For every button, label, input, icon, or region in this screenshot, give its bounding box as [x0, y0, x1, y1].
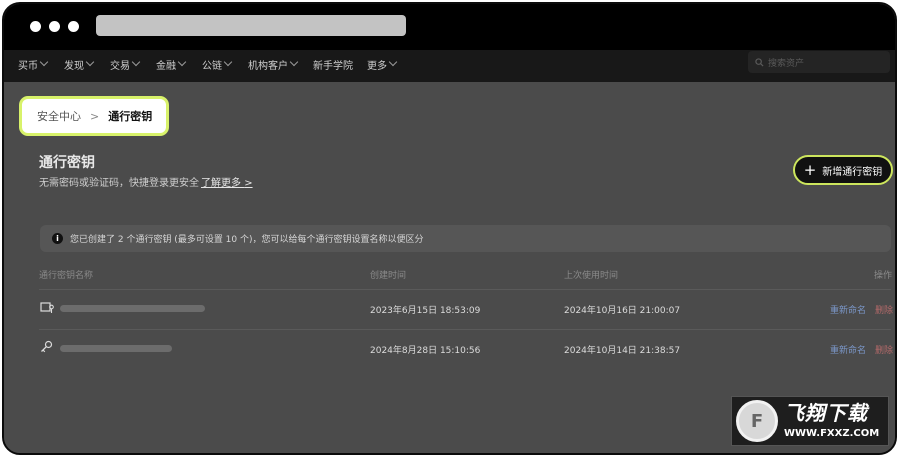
- column-header-name: 通行密钥名称: [39, 271, 94, 281]
- window-dot-icon[interactable]: [68, 21, 79, 32]
- nav-item-label: 公链: [202, 60, 222, 72]
- search-input[interactable]: 搜索资产: [748, 51, 890, 73]
- nav-item-label: 发现: [64, 60, 84, 72]
- window-dot-icon[interactable]: [30, 21, 41, 32]
- nav-item-trade[interactable]: 交易: [110, 48, 141, 80]
- nav-item-more[interactable]: 更多: [367, 48, 398, 80]
- nav-item-label: 金融: [156, 60, 176, 72]
- breadcrumb-separator-icon: >: [90, 109, 100, 123]
- nav-item-buy-crypto[interactable]: 买币: [18, 48, 49, 80]
- row-divider: [39, 289, 891, 290]
- chevron-down-icon: [131, 57, 141, 67]
- breadcrumb: 安全中心 > 通行密钥: [19, 96, 169, 136]
- nav-item-label: 交易: [110, 60, 130, 72]
- delete-button[interactable]: 删除: [875, 343, 893, 356]
- nav-item-label: 新手学院: [313, 60, 353, 72]
- add-passkey-label: 新增通行密钥: [822, 166, 883, 178]
- watermark-logo: F 飞翔下载 WWW.FXXZ.COM: [731, 396, 889, 446]
- nav-item-academy[interactable]: 新手学院: [313, 48, 353, 80]
- title-bar: [4, 4, 895, 50]
- breadcrumb-parent-link[interactable]: 安全中心: [37, 108, 81, 124]
- page-title: 通行密钥: [39, 155, 95, 171]
- watermark-text: 飞翔下载: [784, 400, 868, 425]
- watermark-url: WWW.FXXZ.COM: [784, 427, 880, 439]
- learn-more-label: 了解更多: [201, 178, 241, 189]
- rename-button[interactable]: 重新命名: [830, 343, 866, 356]
- nav-item-label: 机构客户: [248, 60, 288, 72]
- add-passkey-button[interactable]: + 新增通行密钥: [793, 155, 893, 185]
- nav-item-label: 买币: [18, 60, 38, 72]
- page-subtitle: 无需密码或验证码，快捷登录更安全: [39, 178, 199, 189]
- chevron-down-icon: [85, 57, 95, 67]
- rename-button[interactable]: 重新命名: [830, 303, 866, 316]
- chevron-down-icon: [289, 57, 299, 67]
- nav-item-finance[interactable]: 金融: [156, 48, 187, 80]
- nav-item-discover[interactable]: 发现: [64, 48, 95, 80]
- laptop-key-icon: [40, 302, 54, 313]
- chevron-down-icon: [223, 57, 233, 67]
- nav-item-label: 更多: [367, 60, 387, 72]
- column-header-created: 创建时间: [370, 271, 407, 281]
- notice-text: 您已创建了 2 个通行密钥 (最多可设置 10 个)，您可以给每个通行密钥设置名…: [70, 235, 424, 245]
- search-icon: [755, 57, 764, 67]
- delete-button[interactable]: 删除: [875, 303, 893, 316]
- search-placeholder: 搜索资产: [768, 58, 805, 69]
- nav-item-institutional[interactable]: 机构客户: [248, 48, 299, 80]
- column-header-actions: 操作: [874, 271, 893, 281]
- watermark-emblem-icon: F: [736, 400, 778, 442]
- last-used-time: 2024年10月14日 21:38:57: [564, 346, 681, 356]
- chevron-down-icon: [177, 57, 187, 67]
- info-icon: i: [52, 233, 63, 244]
- chevron-down-icon: [388, 57, 398, 67]
- learn-more-link[interactable]: 了解更多 >: [201, 174, 253, 189]
- passkey-name-blurred: [60, 305, 205, 312]
- created-time: 2023年6月15日 18:53:09: [370, 306, 481, 316]
- chevron-right-icon: >: [244, 178, 253, 189]
- row-divider: [39, 329, 891, 330]
- breadcrumb-current: 通行密钥: [108, 110, 153, 123]
- chevron-down-icon: [39, 57, 49, 67]
- key-icon: [41, 340, 53, 353]
- nav-item-chain[interactable]: 公链: [202, 48, 233, 80]
- address-bar[interactable]: [96, 15, 406, 36]
- plus-icon: +: [803, 160, 817, 179]
- column-header-last-used: 上次使用时间: [564, 271, 619, 281]
- passkey-name-blurred: [60, 345, 172, 352]
- last-used-time: 2024年10月16日 21:00:07: [564, 306, 681, 316]
- info-notice: i 您已创建了 2 个通行密钥 (最多可设置 10 个)，您可以给每个通行密钥设…: [40, 225, 891, 252]
- created-time: 2024年8月28日 15:10:56: [370, 346, 481, 356]
- window-dot-icon[interactable]: [49, 21, 60, 32]
